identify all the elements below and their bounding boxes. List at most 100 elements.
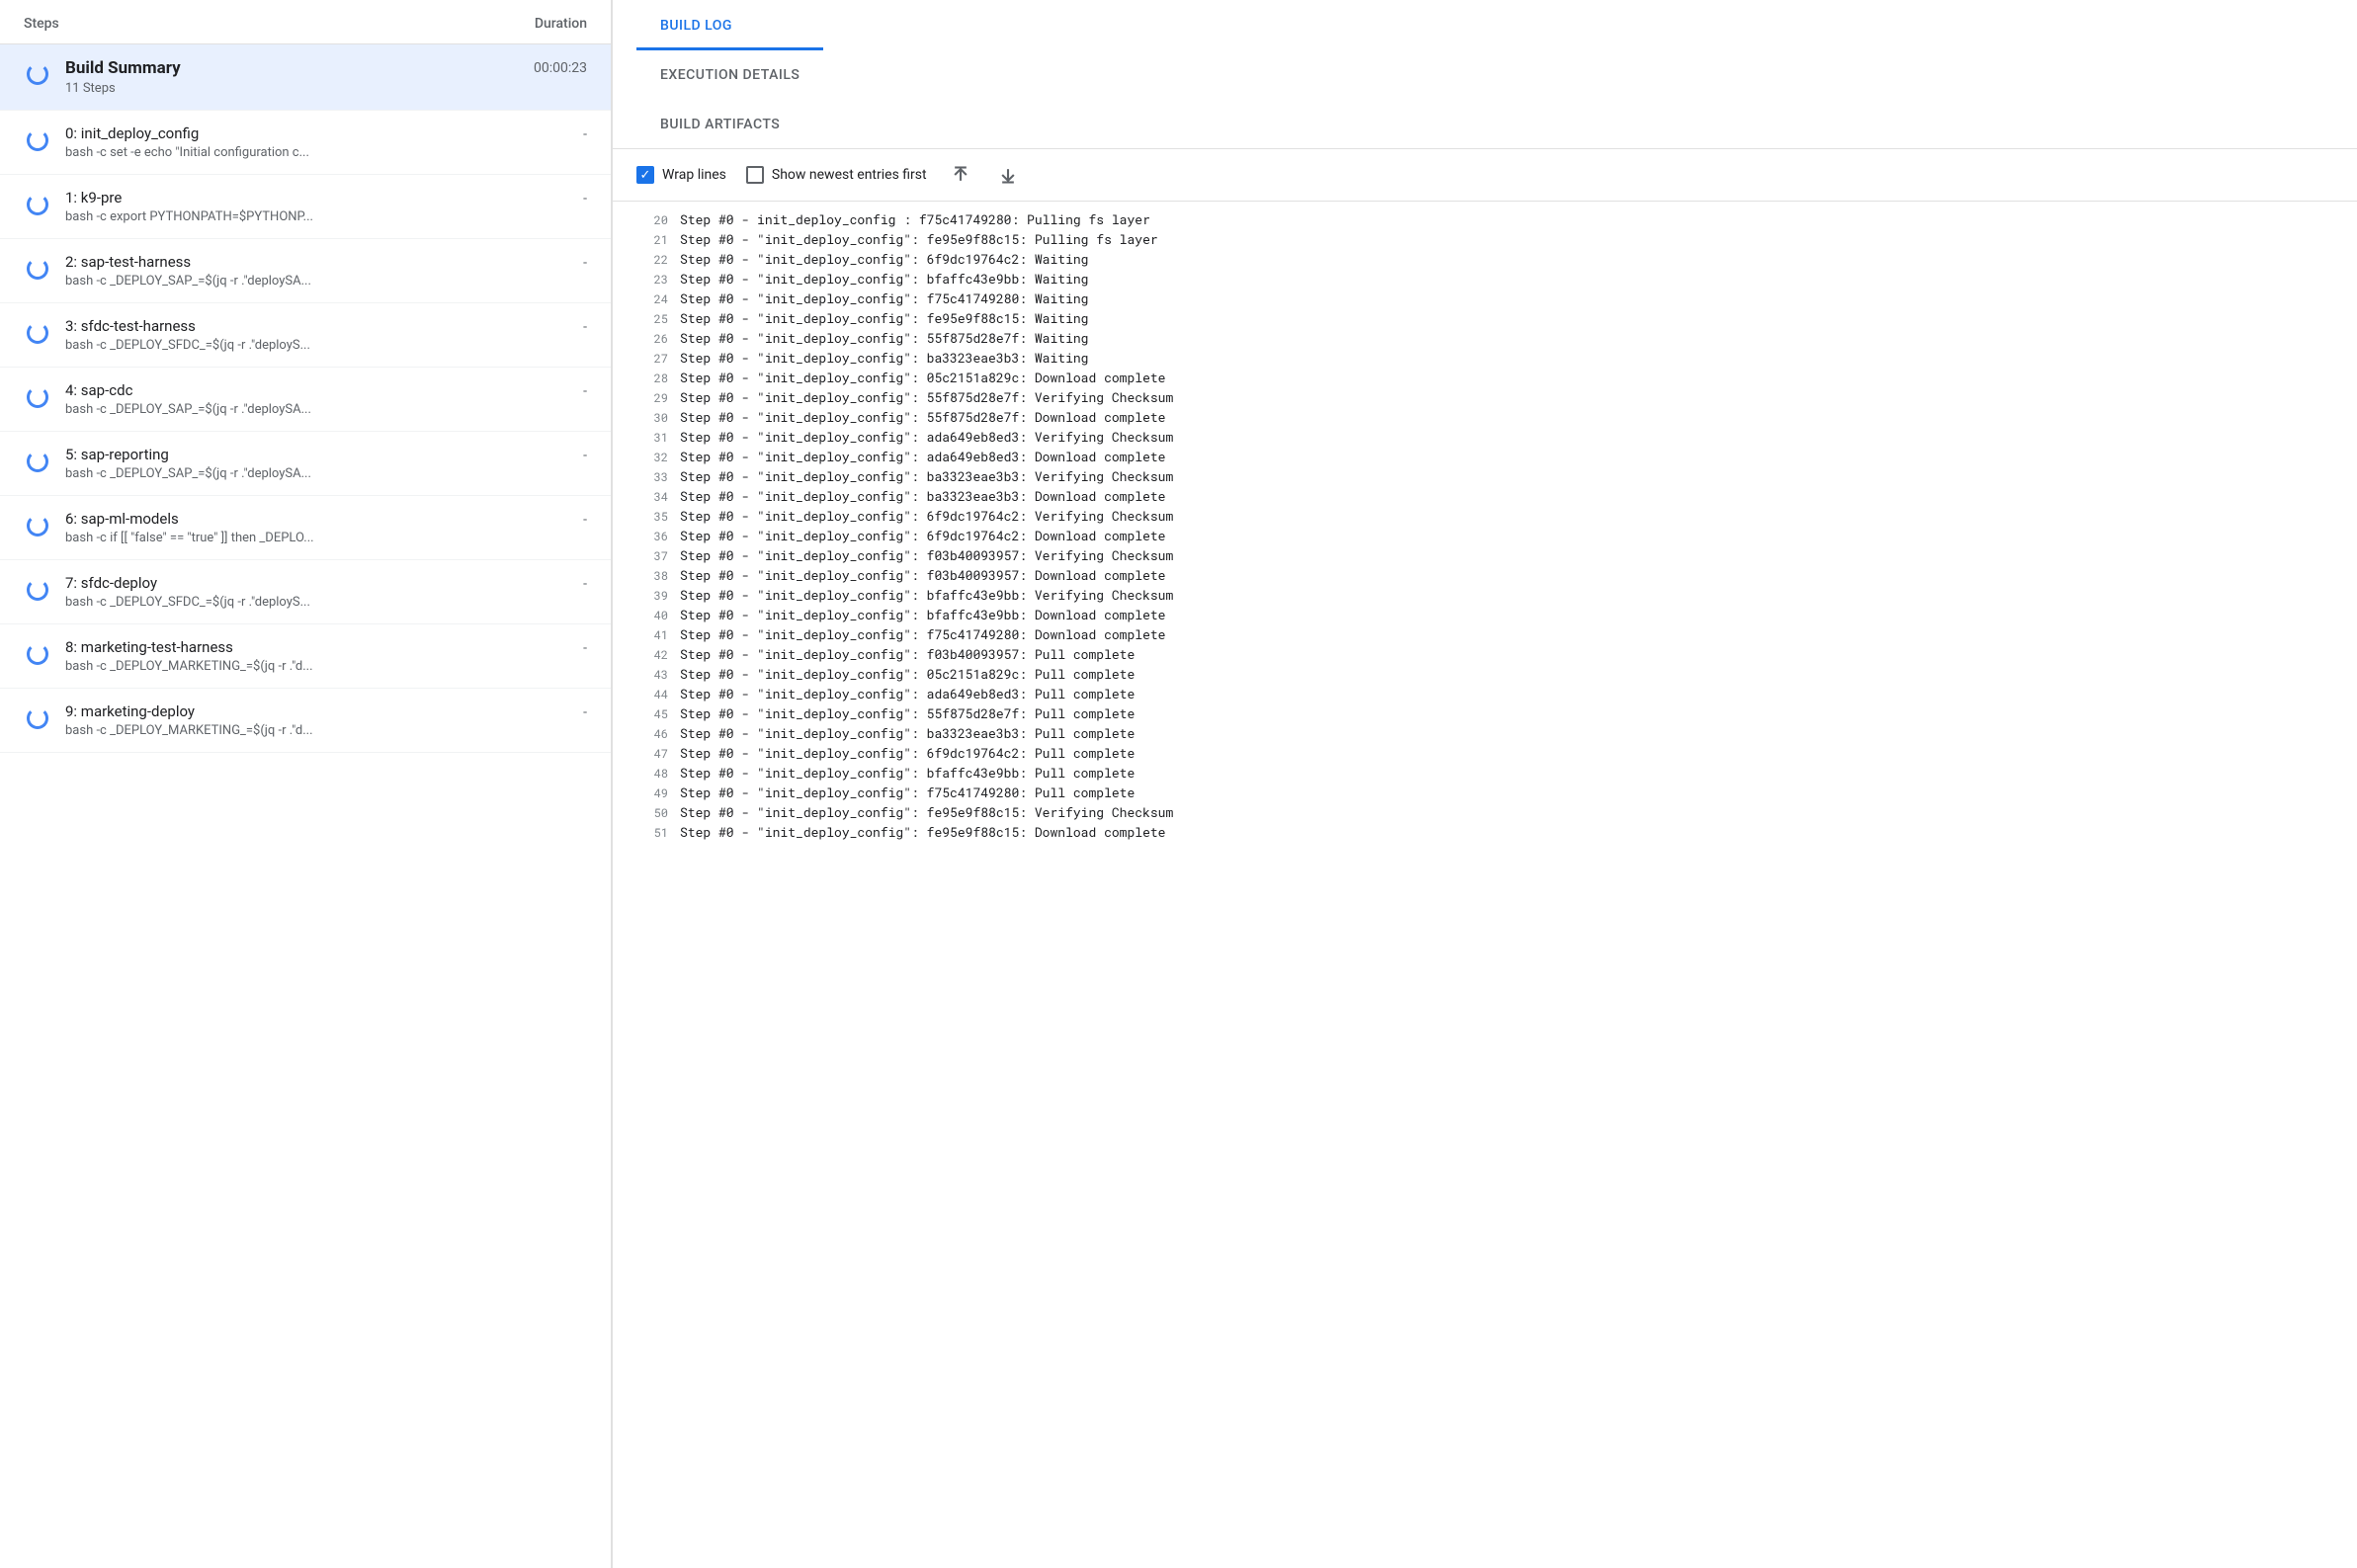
step-duration-9: - bbox=[571, 702, 587, 720]
step-icon-1 bbox=[24, 191, 51, 218]
step-title-1: 1: k9-pre bbox=[65, 189, 571, 206]
step-subtitle-7: bash -c _DEPLOY_SFDC_=$(jq -r ."deployS.… bbox=[65, 595, 571, 610]
log-line-text: Step #0 - "init_deploy_config": f03b4009… bbox=[680, 546, 1173, 564]
step-title-4: 4: sap-cdc bbox=[65, 381, 571, 399]
step-duration-4: - bbox=[571, 381, 587, 399]
step-row-0[interactable]: 0: init_deploy_config bash -c set -e ech… bbox=[0, 111, 611, 175]
step-duration-1: - bbox=[571, 189, 587, 206]
step-row-5[interactable]: 5: sap-reporting bash -c _DEPLOY_SAP_=$(… bbox=[0, 432, 611, 496]
step-duration-5: - bbox=[571, 446, 587, 463]
scroll-bottom-button[interactable] bbox=[994, 161, 1022, 189]
log-line-text: Step #0 - init_deploy_config : f75c41749… bbox=[680, 210, 1150, 228]
step-title-6: 6: sap-ml-models bbox=[65, 510, 571, 528]
step-duration-2: - bbox=[571, 253, 587, 271]
log-line-text: Step #0 - "init_deploy_config": ba3323ea… bbox=[680, 724, 1135, 742]
log-line-number: 35 bbox=[636, 509, 668, 525]
step-duration-8: - bbox=[571, 638, 587, 656]
step-row-8[interactable]: 8: marketing-test-harness bash -c _DEPLO… bbox=[0, 624, 611, 689]
log-line: 47 Step #0 - "init_deploy_config": 6f9dc… bbox=[613, 743, 2357, 763]
log-line-text: Step #0 - "init_deploy_config": bfaffc43… bbox=[680, 586, 1173, 604]
log-line: 45 Step #0 - "init_deploy_config": 55f87… bbox=[613, 703, 2357, 723]
step-row-1[interactable]: 1: k9-pre bash -c export PYTHONPATH=$PYT… bbox=[0, 175, 611, 239]
log-line-number: 48 bbox=[636, 766, 668, 782]
log-line-text: Step #0 - "init_deploy_config": fe95e9f8… bbox=[680, 230, 1158, 248]
log-line-text: Step #0 - "init_deploy_config": ba3323ea… bbox=[680, 349, 1088, 367]
log-line: 48 Step #0 - "init_deploy_config": bfaff… bbox=[613, 763, 2357, 783]
step-icon-6 bbox=[24, 512, 51, 539]
step-row-9[interactable]: 9: marketing-deploy bash -c _DEPLOY_MARK… bbox=[0, 689, 611, 753]
step-row-7[interactable]: 7: sfdc-deploy bash -c _DEPLOY_SFDC_=$(j… bbox=[0, 560, 611, 624]
log-line: 35 Step #0 - "init_deploy_config": 6f9dc… bbox=[613, 506, 2357, 526]
step-title-9: 9: marketing-deploy bbox=[65, 702, 571, 720]
step-subtitle-0: bash -c set -e echo "Initial configurati… bbox=[65, 145, 571, 160]
step-subtitle-3: bash -c _DEPLOY_SFDC_=$(jq -r ."deployS.… bbox=[65, 338, 571, 353]
log-line-number: 29 bbox=[636, 390, 668, 406]
duration-column-label: Duration bbox=[535, 16, 587, 32]
log-line-text: Step #0 - "init_deploy_config": bfaffc43… bbox=[680, 764, 1135, 782]
log-line-text: Step #0 - "init_deploy_config": ba3323ea… bbox=[680, 467, 1173, 485]
log-line-text: Step #0 - "init_deploy_config": f75c4174… bbox=[680, 625, 1165, 643]
log-line-text: Step #0 - "init_deploy_config": f75c4174… bbox=[680, 784, 1135, 801]
log-line-number: 21 bbox=[636, 232, 668, 248]
log-line: 22 Step #0 - "init_deploy_config": 6f9dc… bbox=[613, 249, 2357, 269]
step-icon-0 bbox=[24, 126, 51, 154]
log-line: 51 Step #0 - "init_deploy_config": fe95e… bbox=[613, 822, 2357, 842]
log-line-number: 50 bbox=[636, 805, 668, 821]
steps-container: 0: init_deploy_config bash -c set -e ech… bbox=[0, 111, 611, 753]
step-icon-7 bbox=[24, 576, 51, 604]
step-title-7: 7: sfdc-deploy bbox=[65, 574, 571, 592]
step-row-6[interactable]: 6: sap-ml-models bash -c if [[ "false" =… bbox=[0, 496, 611, 560]
step-summary-duration: 00:00:23 bbox=[522, 58, 587, 76]
step-content-4: 4: sap-cdc bash -c _DEPLOY_SAP_=$(jq -r … bbox=[65, 381, 571, 417]
log-line-number: 41 bbox=[636, 627, 668, 643]
step-title-0: 0: init_deploy_config bbox=[65, 124, 571, 142]
steps-list: Build Summary 11 Steps 00:00:23 0: init_… bbox=[0, 44, 611, 1568]
log-line-number: 51 bbox=[636, 825, 668, 841]
step-row-2[interactable]: 2: sap-test-harness bash -c _DEPLOY_SAP_… bbox=[0, 239, 611, 303]
log-line-number: 39 bbox=[636, 588, 668, 604]
log-line-text: Step #0 - "init_deploy_config": bfaffc43… bbox=[680, 606, 1165, 623]
show-newest-checkbox[interactable] bbox=[746, 166, 764, 184]
log-line-text: Step #0 - "init_deploy_config": 05c2151a… bbox=[680, 369, 1165, 386]
log-line-number: 40 bbox=[636, 608, 668, 623]
log-line: 23 Step #0 - "init_deploy_config": bfaff… bbox=[613, 269, 2357, 289]
wrap-lines-control: ✓ Wrap lines bbox=[636, 166, 726, 184]
wrap-lines-checkbox[interactable]: ✓ bbox=[636, 166, 654, 184]
step-content-8: 8: marketing-test-harness bash -c _DEPLO… bbox=[65, 638, 571, 674]
log-line-number: 34 bbox=[636, 489, 668, 505]
log-line: 27 Step #0 - "init_deploy_config": ba332… bbox=[613, 348, 2357, 368]
scroll-top-button[interactable] bbox=[947, 161, 974, 189]
log-line: 31 Step #0 - "init_deploy_config": ada64… bbox=[613, 427, 2357, 447]
step-content-2: 2: sap-test-harness bash -c _DEPLOY_SAP_… bbox=[65, 253, 571, 289]
log-line-number: 38 bbox=[636, 568, 668, 584]
step-content-9: 9: marketing-deploy bash -c _DEPLOY_MARK… bbox=[65, 702, 571, 738]
step-summary-row[interactable]: Build Summary 11 Steps 00:00:23 bbox=[0, 44, 611, 111]
step-icon-5 bbox=[24, 448, 51, 475]
log-line-text: Step #0 - "init_deploy_config": ada649eb… bbox=[680, 428, 1173, 446]
log-line-number: 45 bbox=[636, 706, 668, 722]
tab-build-log[interactable]: BUILD LOG bbox=[636, 0, 823, 50]
tab-execution-details[interactable]: EXECUTION DETAILS bbox=[636, 49, 823, 100]
log-line-text: Step #0 - "init_deploy_config": ada649eb… bbox=[680, 448, 1165, 465]
step-subtitle-1: bash -c export PYTHONPATH=$PYTHONP... bbox=[65, 209, 571, 224]
log-line: 49 Step #0 - "init_deploy_config": f75c4… bbox=[613, 783, 2357, 802]
steps-header: Steps Duration bbox=[0, 0, 611, 44]
log-line: 40 Step #0 - "init_deploy_config": bfaff… bbox=[613, 605, 2357, 624]
log-line: 36 Step #0 - "init_deploy_config": 6f9dc… bbox=[613, 526, 2357, 545]
step-row-4[interactable]: 4: sap-cdc bash -c _DEPLOY_SAP_=$(jq -r … bbox=[0, 368, 611, 432]
tab-build-artifacts[interactable]: BUILD ARTIFACTS bbox=[636, 99, 823, 149]
step-summary-title: Build Summary bbox=[65, 58, 522, 78]
step-row-3[interactable]: 3: sfdc-test-harness bash -c _DEPLOY_SFD… bbox=[0, 303, 611, 368]
step-content-5: 5: sap-reporting bash -c _DEPLOY_SAP_=$(… bbox=[65, 446, 571, 481]
log-line: 50 Step #0 - "init_deploy_config": fe95e… bbox=[613, 802, 2357, 822]
step-title-8: 8: marketing-test-harness bbox=[65, 638, 571, 656]
wrap-lines-label: Wrap lines bbox=[662, 167, 726, 183]
log-line-text: Step #0 - "init_deploy_config": 05c2151a… bbox=[680, 665, 1135, 683]
log-line-number: 23 bbox=[636, 272, 668, 288]
log-line: 20 Step #0 - init_deploy_config : f75c41… bbox=[613, 209, 2357, 229]
log-line-text: Step #0 - "init_deploy_config": 55f875d2… bbox=[680, 388, 1173, 406]
log-area[interactable]: 20 Step #0 - init_deploy_config : f75c41… bbox=[613, 202, 2357, 1568]
log-line-number: 27 bbox=[636, 351, 668, 367]
step-subtitle-5: bash -c _DEPLOY_SAP_=$(jq -r ."deploySA.… bbox=[65, 466, 571, 481]
step-summary-spinner bbox=[24, 60, 51, 88]
